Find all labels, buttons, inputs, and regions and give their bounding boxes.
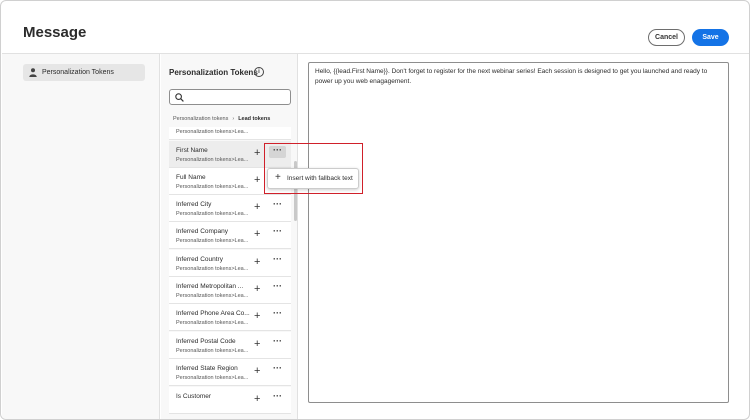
breadcrumb-current: Lead tokens	[238, 116, 271, 122]
list-item[interactable]: Is Customer + ···	[169, 387, 291, 414]
info-icon[interactable]: i	[254, 67, 264, 77]
page-title: Message	[23, 24, 87, 41]
add-icon[interactable]: +	[254, 366, 260, 377]
list-item[interactable]: Inferred Country Personalization tokens>…	[169, 250, 291, 277]
token-name: Inferred Company	[176, 228, 229, 235]
token-path: Personalization tokens>Lea...	[176, 375, 249, 381]
token-path: Personalization tokens>Lea...	[176, 211, 249, 217]
list-item[interactable]: Inferred Company Personalization tokens>…	[169, 222, 291, 249]
list-item[interactable]: Inferred Phone Area Co... Personalizatio…	[169, 304, 291, 331]
add-icon[interactable]: +	[254, 202, 260, 213]
search-icon	[175, 93, 184, 102]
more-icon[interactable]: ···	[269, 309, 286, 321]
add-icon[interactable]: +	[254, 284, 260, 295]
add-icon[interactable]: +	[254, 229, 260, 240]
editor-content[interactable]: Hello, {{lead.First Name}}. Don't forget…	[315, 67, 723, 87]
sidebar-item-label: Personalization Tokens	[42, 69, 114, 76]
token-name: Inferred Country	[176, 256, 223, 263]
more-icon[interactable]: ···	[269, 255, 286, 267]
token-path: Personalization tokens>Lea...	[176, 184, 249, 190]
list-item[interactable]: Inferred Metropolitan ... Personalizatio…	[169, 277, 291, 304]
token-name: First Name	[176, 147, 208, 154]
more-icon[interactable]: ···	[269, 127, 286, 130]
highlight-box	[264, 143, 363, 194]
add-icon[interactable]: +	[254, 257, 260, 268]
add-icon[interactable]: +	[254, 127, 260, 131]
token-name: Inferred City	[176, 201, 212, 208]
add-icon[interactable]: +	[254, 339, 260, 350]
token-name: Inferred Metropolitan ...	[176, 283, 244, 290]
tokens-panel-title: Personalization Tokens	[169, 68, 258, 77]
token-name: Inferred Phone Area Co...	[176, 310, 250, 317]
more-icon[interactable]: ···	[269, 364, 286, 376]
search-input[interactable]	[169, 89, 291, 105]
breadcrumb-item[interactable]: Personalization tokens	[173, 116, 228, 122]
save-button[interactable]: Save	[692, 29, 729, 46]
token-name: Inferred Postal Code	[176, 338, 236, 345]
more-icon[interactable]: ···	[269, 392, 286, 404]
more-icon[interactable]: ···	[269, 282, 286, 294]
cancel-button[interactable]: Cancel	[648, 29, 685, 46]
token-path: Personalization tokens>Lea...	[176, 157, 249, 163]
list-item[interactable]: Inferred Postal Code Personalization tok…	[169, 332, 291, 359]
sidebar-item-personalization-tokens[interactable]: Personalization Tokens	[23, 64, 145, 81]
list-item[interactable]: Inferred State Region Personalization to…	[169, 359, 291, 386]
left-sidebar: Personalization Tokens	[2, 54, 160, 419]
user-icon	[29, 64, 37, 82]
more-icon[interactable]: ···	[269, 337, 286, 349]
token-path: Personalization tokens>Lea...	[176, 129, 249, 135]
token-name: Inferred State Region	[176, 365, 238, 372]
add-icon[interactable]: +	[254, 148, 260, 159]
tokens-panel: Personalization Tokens i Personalization…	[161, 54, 298, 419]
token-path: Personalization tokens>Lea...	[176, 293, 249, 299]
token-path: Personalization tokens>Lea...	[176, 238, 249, 244]
list-item[interactable]: Personalization tokens>Lea... + ···	[169, 127, 291, 140]
list-item[interactable]: Inferred City Personalization tokens>Lea…	[169, 195, 291, 222]
token-path: Personalization tokens>Lea...	[176, 266, 249, 272]
token-name: Full Name	[176, 174, 206, 181]
chevron-right-icon: ›	[232, 116, 235, 122]
add-icon[interactable]: +	[254, 311, 260, 322]
add-icon[interactable]: +	[254, 394, 260, 405]
token-name: Is Customer	[176, 393, 212, 400]
dialog-window: Message Cancel Save Personalization Toke…	[0, 0, 750, 420]
more-icon[interactable]: ···	[269, 200, 286, 212]
token-path: Personalization tokens>Lea...	[176, 320, 249, 326]
breadcrumb: Personalization tokens › Lead tokens	[173, 116, 270, 122]
add-icon[interactable]: +	[254, 175, 260, 186]
more-icon[interactable]: ···	[269, 227, 286, 239]
message-editor[interactable]: Hello, {{lead.First Name}}. Don't forget…	[308, 62, 729, 403]
token-path: Personalization tokens>Lea...	[176, 348, 249, 354]
